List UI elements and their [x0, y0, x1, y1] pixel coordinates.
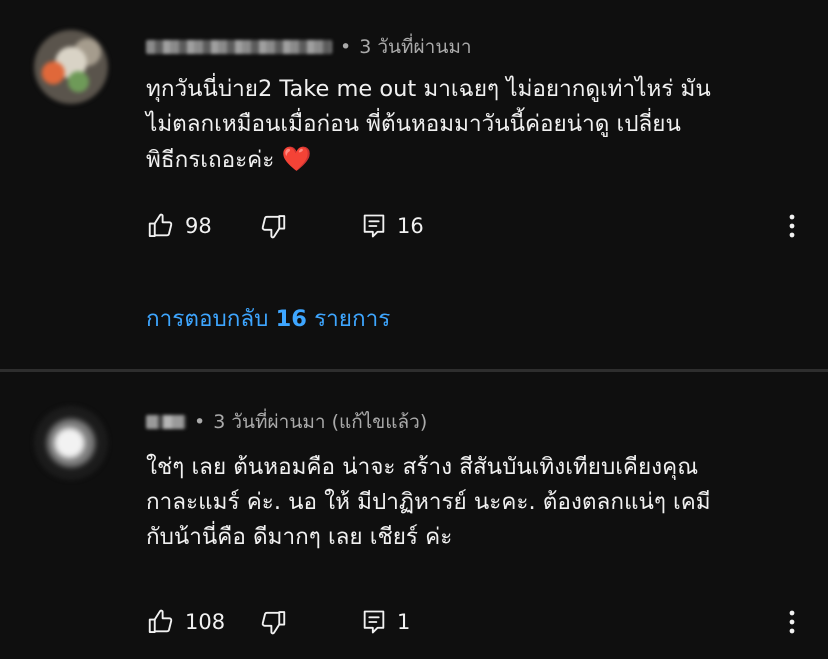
- thumbs-up-icon: [146, 211, 176, 241]
- more-options-button[interactable]: [782, 211, 802, 241]
- more-vertical-icon: [788, 213, 796, 239]
- thumbs-down-icon: [258, 211, 288, 241]
- comment-text-segment: พิธีกรเถอะค่ะ: [146, 147, 275, 173]
- like-count: 98: [185, 214, 212, 238]
- comment-text: ใช่ๆ เลย ต้นหอมคือ น่าจะ สร้าง สีสันบันเ…: [146, 450, 811, 555]
- like-count: 108: [185, 610, 226, 634]
- avatar[interactable]: [34, 406, 108, 480]
- meta-separator: •: [194, 411, 206, 433]
- comment-thread: • 3 วันที่ผ่านมา ทุกวันนี่บ่าย2 Take me …: [0, 0, 828, 370]
- comment-reply-icon: [360, 212, 388, 240]
- author-name-blurred[interactable]: [146, 40, 332, 54]
- reply-button[interactable]: 16: [360, 211, 424, 241]
- comment-text-line: ใช่ๆ เลย ต้นหอมคือ น่าจะ สร้าง สีสันบันเ…: [146, 454, 699, 480]
- thumbs-up-icon: [146, 607, 176, 637]
- comment-text-line: พิธีกรเถอะค่ะ ❤️: [146, 142, 811, 178]
- comment-timestamp[interactable]: 3 วันที่ผ่านมา: [359, 32, 471, 62]
- like-button[interactable]: 98: [146, 211, 212, 241]
- reply-count: 16: [397, 214, 424, 238]
- edited-label: (แก้ไขแล้ว): [331, 411, 428, 433]
- reply-button[interactable]: 1: [360, 607, 410, 637]
- comment-text-line: กับน้านี่คือ ดีมากๆ เลย เชียร์ ค่ะ: [146, 524, 453, 550]
- comment-text-line: กาละแมร์ ค่ะ. นอ ให้ มีปาฏิหารย์ นะคะ. ต…: [146, 489, 711, 515]
- heart-emoji: ❤️: [281, 145, 312, 173]
- more-options-button[interactable]: [782, 607, 802, 637]
- replies-link-suffix: รายการ: [314, 306, 391, 332]
- comment-reply-icon: [360, 608, 388, 636]
- dislike-button[interactable]: [258, 607, 288, 637]
- comment-text-line: ทุกวันนี่บ่าย2 Take me out มาเฉยๆ ไม่อยา…: [146, 76, 711, 102]
- dislike-button[interactable]: [258, 211, 288, 241]
- view-replies-link[interactable]: การตอบกลับ 16 รายการ: [146, 300, 390, 336]
- comment-actions: 98 16: [146, 211, 821, 241]
- comment-header: • 3 วันที่ผ่านมา (แก้ไขแล้ว): [146, 408, 427, 436]
- author-name-blurred[interactable]: [146, 415, 186, 429]
- like-button[interactable]: 108: [146, 607, 225, 637]
- comment-thread: • 3 วันที่ผ่านมา (แก้ไขแล้ว) ใช่ๆ เลย ต้…: [0, 372, 828, 659]
- comment-header: • 3 วันที่ผ่านมา: [146, 33, 472, 61]
- comment-actions: 108 1: [146, 607, 821, 637]
- thumbs-down-icon: [258, 607, 288, 637]
- avatar[interactable]: [34, 30, 108, 104]
- more-vertical-icon: [788, 609, 796, 635]
- comment-text-line: ไม่ตลกเหมือนเมื่อก่อน พี่ต้นหอมมาวันนี้ค…: [146, 111, 681, 137]
- replies-link-count: 16: [275, 306, 307, 332]
- reply-count: 1: [397, 610, 411, 634]
- comment-timestamp[interactable]: 3 วันที่ผ่านมา: [213, 407, 325, 437]
- replies-link-prefix: การตอบกลับ: [146, 306, 269, 332]
- comment-text: ทุกวันนี่บ่าย2 Take me out มาเฉยๆ ไม่อยา…: [146, 72, 811, 178]
- meta-separator: •: [340, 36, 352, 58]
